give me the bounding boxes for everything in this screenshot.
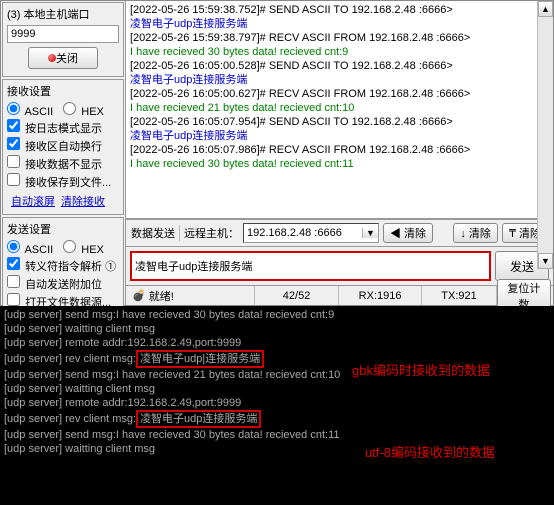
- terminal-output: gbk编码时接收到的数据 utf-8编码接收到的数据 [udp server] …: [0, 306, 554, 505]
- recv-opt-0[interactable]: 按日志模式显示: [7, 119, 102, 136]
- scroll-down-icon[interactable]: ▼: [538, 253, 553, 269]
- send-ascii-radio[interactable]: ASCII: [7, 240, 53, 256]
- data-send-label: 数据发送: [131, 225, 175, 241]
- remote-host-input[interactable]: [244, 227, 362, 239]
- right-panel: [2022-05-26 15:59:38.752]# SEND ASCII TO…: [126, 1, 553, 305]
- dot-icon: [48, 54, 56, 62]
- recv-opt-1[interactable]: 接收区自动换行: [7, 137, 102, 154]
- utf8-annotation: utf-8编码接收到的数据: [365, 446, 495, 460]
- status-rx: RX:1916: [339, 286, 423, 305]
- vertical-scrollbar[interactable]: ▲ ▼: [537, 1, 553, 269]
- message-input[interactable]: [130, 251, 491, 281]
- send-opt-1[interactable]: 自动发送附加位: [7, 275, 102, 292]
- status-ratio: 42/52: [255, 286, 339, 305]
- port-section-title: (3) 本地主机端口: [7, 6, 119, 22]
- status-bar: 💣就绪! 42/52 RX:1916 TX:921 复位计数: [126, 285, 553, 305]
- ready-icon: 💣: [132, 289, 146, 302]
- recv-opt-3[interactable]: 接收保存到文件...: [7, 173, 111, 190]
- recv-settings: 接收设置 ASCII HEX 按日志模式显示 接收区自动换行 接收数据不显示 接…: [2, 79, 124, 215]
- recv-hex-radio[interactable]: HEX: [63, 102, 104, 118]
- port-section: (3) 本地主机端口 关闭: [2, 2, 124, 77]
- gbk-annotation: gbk编码时接收到的数据: [352, 364, 490, 378]
- close-button[interactable]: 关闭: [28, 47, 98, 69]
- scroll-up-icon[interactable]: ▲: [538, 1, 553, 17]
- auto-scroll-link[interactable]: 自动滚屏: [11, 193, 55, 209]
- clear-down-button[interactable]: ↓ 清除: [453, 223, 498, 243]
- clear-left-button[interactable]: ◀ 清除: [383, 223, 433, 243]
- log-area[interactable]: [2022-05-26 15:59:38.752]# SEND ASCII TO…: [126, 1, 553, 219]
- clear-recv-link[interactable]: 清除接收: [61, 193, 105, 209]
- recv-title: 接收设置: [7, 83, 119, 99]
- remote-host-label: 远程主机：: [184, 225, 239, 241]
- send-row: 发送: [126, 247, 553, 285]
- remote-host-combo[interactable]: ▼: [243, 223, 379, 243]
- main-panel: (3) 本地主机端口 关闭 接收设置 ASCII HEX 按日志模式显示 接收区…: [0, 0, 554, 306]
- status-tx: TX:921: [422, 286, 496, 305]
- status-ready: 就绪!: [149, 288, 174, 304]
- chevron-down-icon[interactable]: ▼: [362, 228, 378, 238]
- recv-opt-2[interactable]: 接收数据不显示: [7, 155, 102, 172]
- send-toolbar: 数据发送 远程主机： ▼ ◀ 清除 ↓ 清除 ₸ 清除: [126, 219, 553, 247]
- recv-ascii-radio[interactable]: ASCII: [7, 102, 53, 118]
- local-port-input[interactable]: [7, 25, 119, 43]
- send-opt-0[interactable]: 转义符指令解析 ①: [7, 257, 116, 274]
- send-hex-radio[interactable]: HEX: [63, 240, 104, 256]
- left-sidebar: (3) 本地主机端口 关闭 接收设置 ASCII HEX 按日志模式显示 接收区…: [1, 1, 126, 305]
- send-title: 发送设置: [7, 221, 119, 237]
